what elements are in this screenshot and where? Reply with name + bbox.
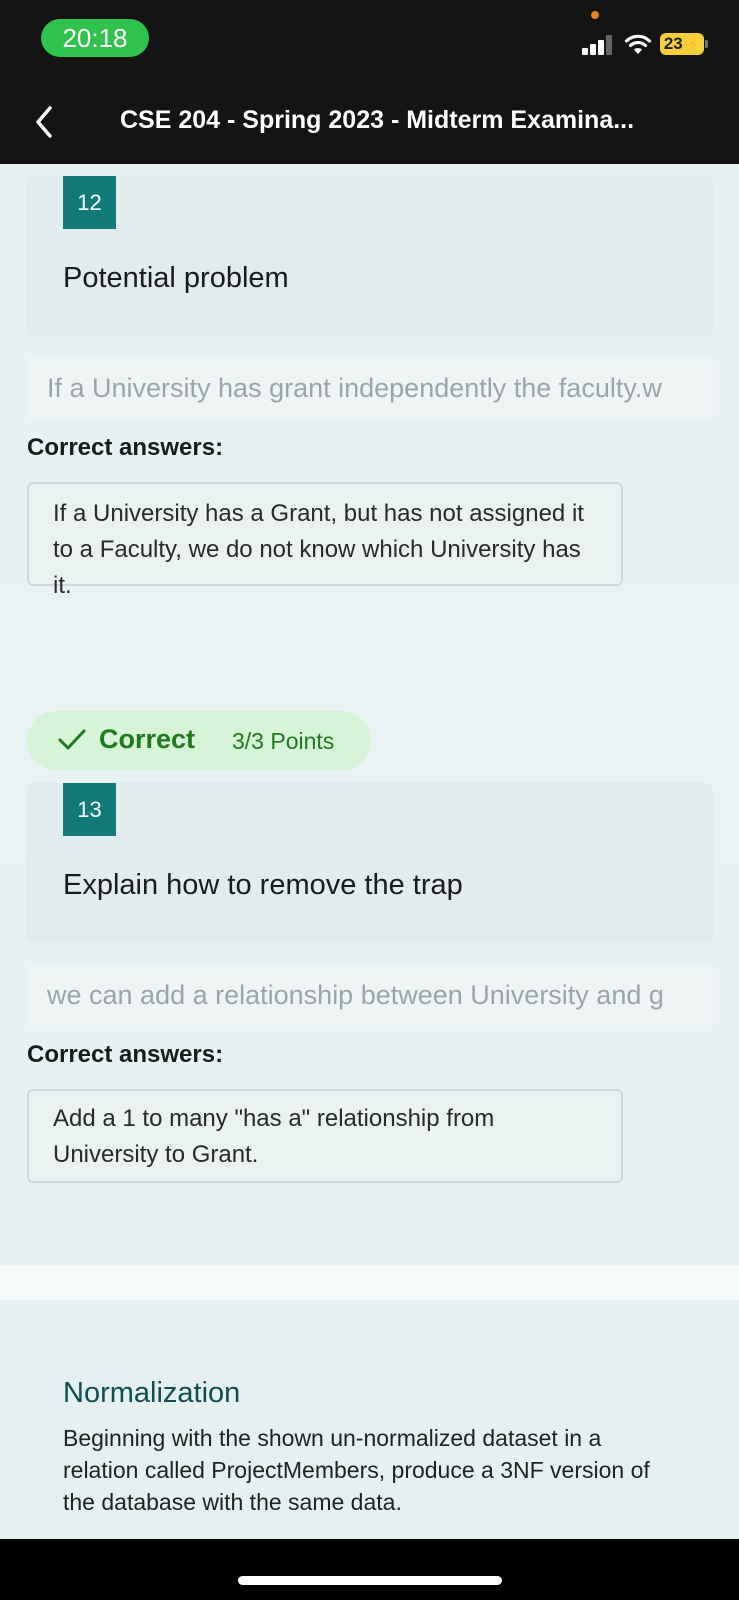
cellular-signal-icon xyxy=(582,35,614,55)
question-number-badge: 13 xyxy=(63,783,116,836)
question-text: Potential problem xyxy=(63,262,289,294)
correct-answers-label: Correct answers: xyxy=(27,1041,224,1068)
question-card-13: 13 Explain how to remove the trap xyxy=(27,783,713,943)
score-status: Correct xyxy=(99,724,196,754)
score-badge: Correct 3/3 Points xyxy=(27,711,371,770)
page-title: CSE 204 - Spring 2023 - Midterm Examina.… xyxy=(120,106,635,134)
status-time: 20:18 xyxy=(41,19,149,57)
correct-answer-box: If a University has a Grant, but has not… xyxy=(27,482,623,599)
section-title: Normalization xyxy=(63,1377,241,1409)
battery-tip xyxy=(705,40,708,48)
correct-answer-box: Add a 1 to many "has a" relationship fro… xyxy=(27,1089,623,1183)
home-indicator[interactable] xyxy=(238,1576,502,1585)
question-card-12: 12 Potential problem xyxy=(27,176,713,336)
privacy-indicator-dot xyxy=(591,11,599,19)
correct-answers-label: Correct answers: xyxy=(27,434,224,461)
section-divider xyxy=(0,1265,739,1300)
response-field[interactable]: we can add a relationship between Univer… xyxy=(27,965,713,1025)
checkmark-icon xyxy=(58,729,86,750)
battery-level: 23 xyxy=(663,34,683,53)
question-number-badge: 12 xyxy=(63,176,116,229)
question-text: Explain how to remove the trap xyxy=(63,869,463,901)
response-field[interactable]: If a University has grant independently … xyxy=(27,358,713,418)
home-indicator-area xyxy=(0,1539,739,1600)
wifi-icon xyxy=(624,34,652,54)
back-chevron-icon[interactable] xyxy=(22,98,66,146)
status-bar: 20:18 23⚡ xyxy=(0,0,739,80)
section-description: Beginning with the shown un-normalized d… xyxy=(63,1425,650,1515)
quiz-results-content: 12 Potential problem If a University has… xyxy=(0,164,739,1539)
score-points: 3/3 Points xyxy=(232,728,335,754)
app-header: CSE 204 - Spring 2023 - Midterm Examina.… xyxy=(0,80,739,164)
battery-icon: 23⚡ xyxy=(660,33,704,55)
